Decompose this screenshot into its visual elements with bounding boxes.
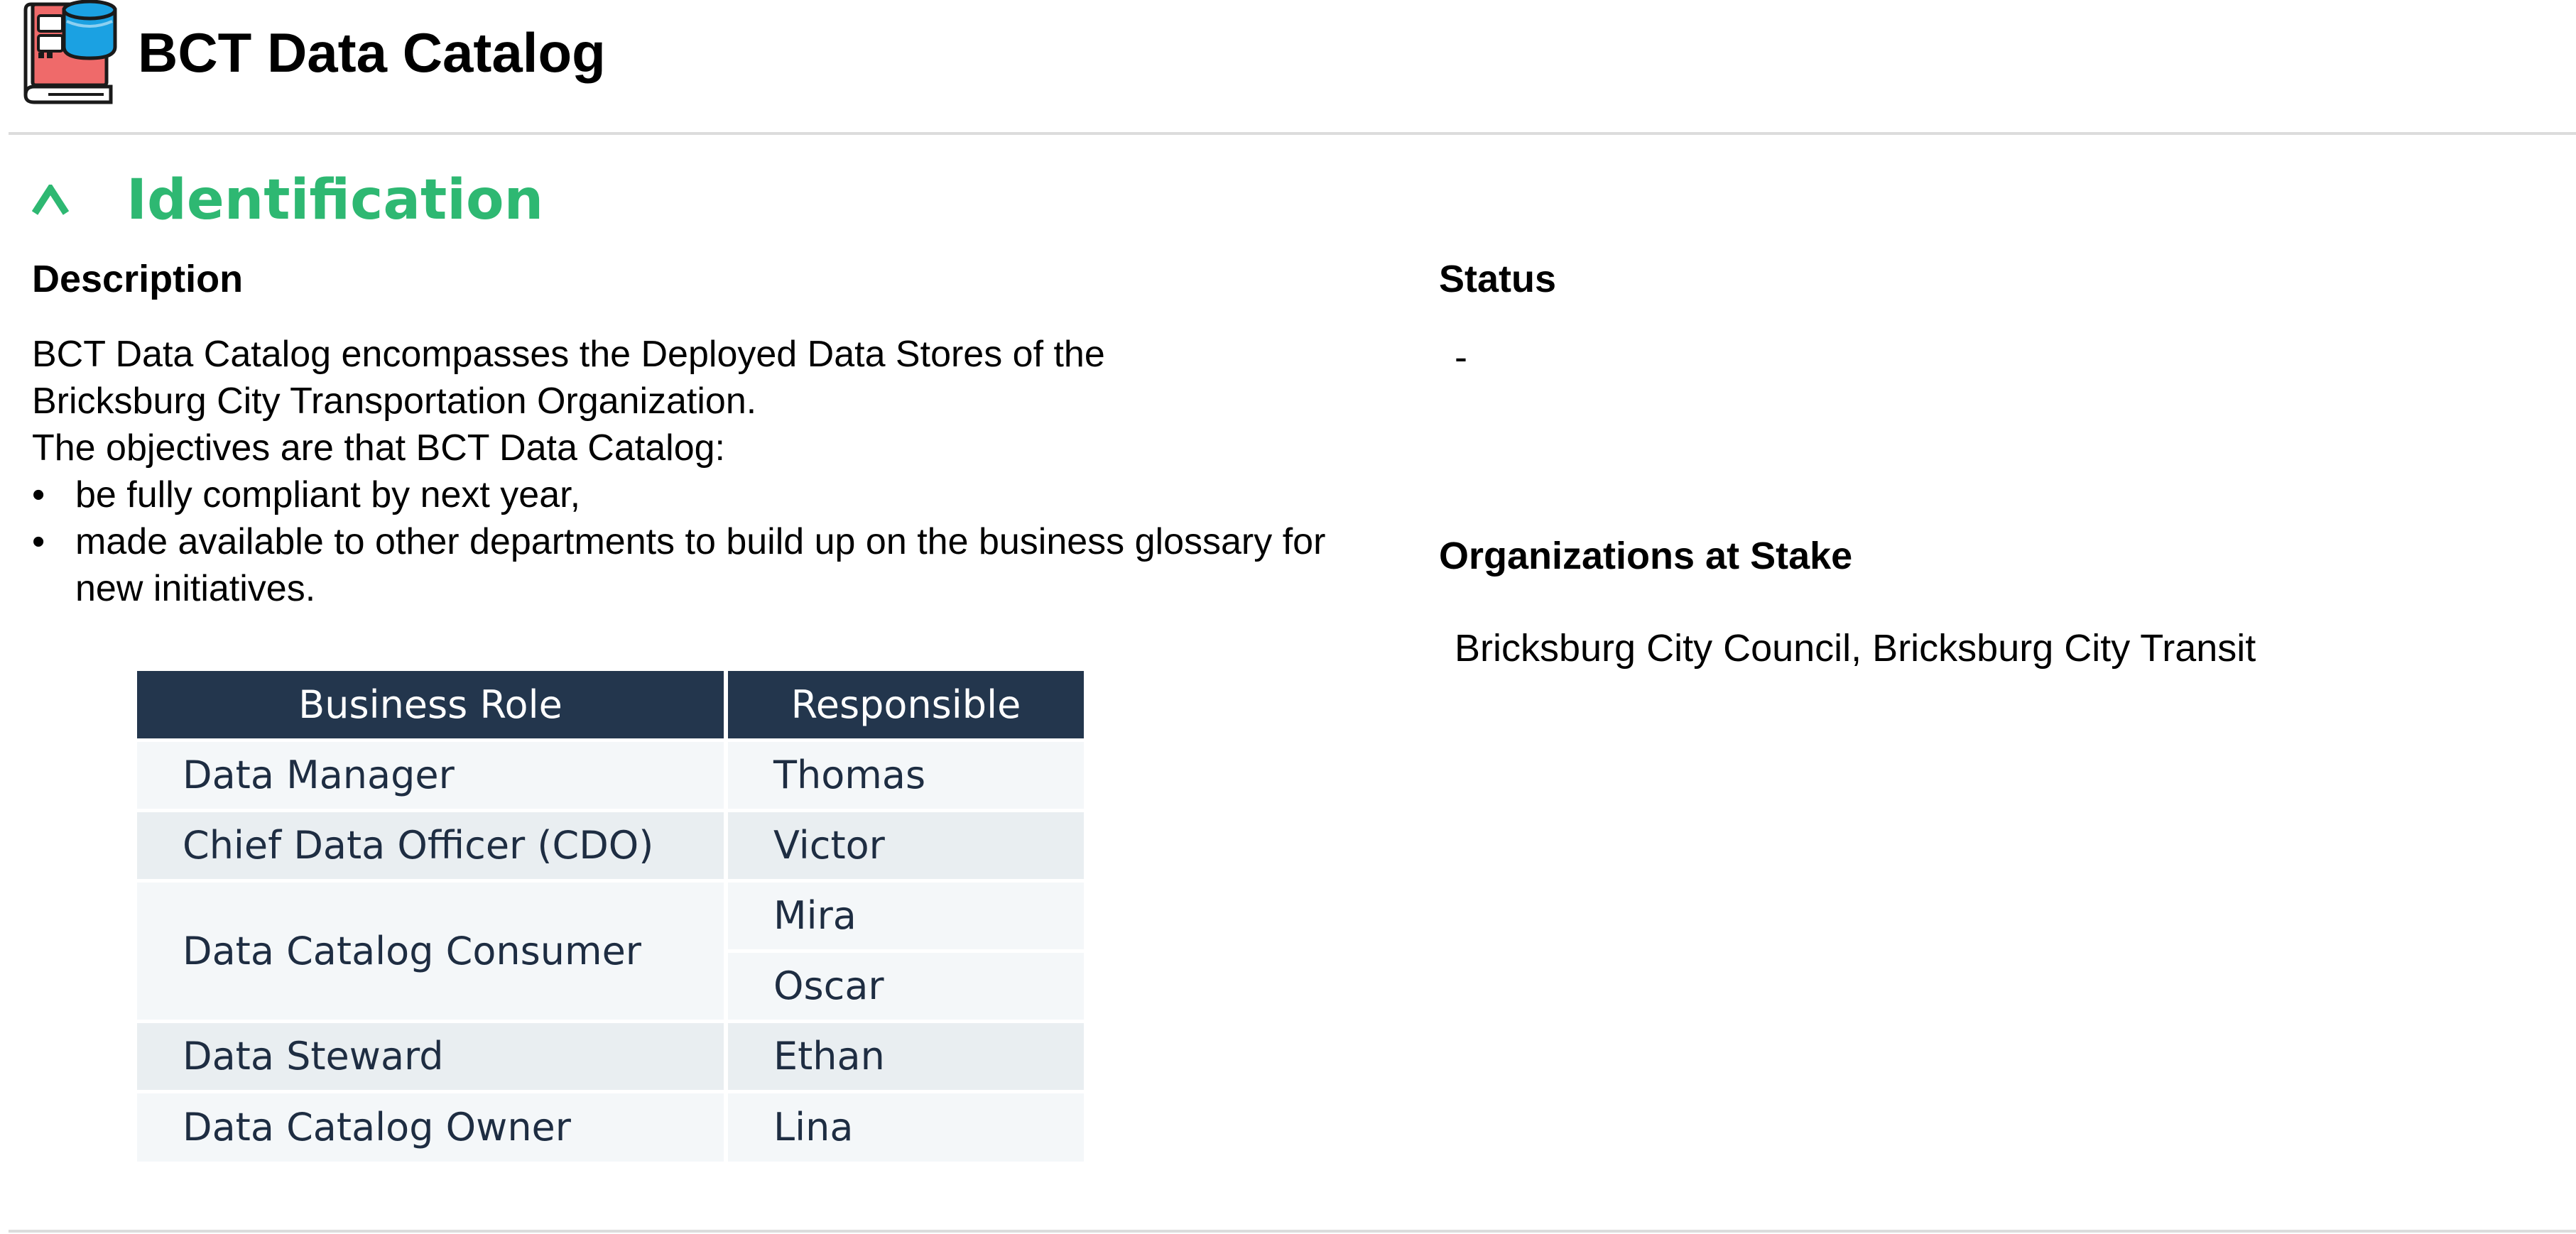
objective-item: be fully compliant by next year, bbox=[32, 471, 1388, 518]
status-label: Status bbox=[1439, 258, 1557, 300]
responsible-cell: Ethan bbox=[724, 1019, 1084, 1091]
responsible-cell: Victor bbox=[724, 808, 1084, 880]
objectives-list: be fully compliant by next year, made av… bbox=[32, 471, 1388, 612]
table-row: Data Catalog Owner Lina bbox=[137, 1089, 1084, 1162]
table-row: Data Steward Ethan bbox=[137, 1019, 1084, 1091]
description-line: Bricksburg City Transportation Organizat… bbox=[32, 381, 757, 422]
description-label: Description bbox=[32, 258, 244, 300]
chevron-up-icon bbox=[32, 185, 69, 215]
business-role-cell: Data Catalog Owner bbox=[137, 1089, 726, 1162]
responsible-cell: Mira bbox=[724, 878, 1084, 951]
table-row: Data Catalog Consumer Mira bbox=[137, 878, 1084, 1021]
column-header-responsible: Responsible bbox=[724, 671, 1084, 740]
table-row: Data Manager Thomas bbox=[137, 738, 1084, 810]
responsible-cell: Oscar bbox=[724, 949, 1084, 1021]
section-collapse-toggle[interactable] bbox=[28, 179, 72, 222]
table-row: Chief Data Officer (CDO) Victor bbox=[137, 808, 1084, 880]
responsible-cell: Lina bbox=[724, 1089, 1084, 1162]
data-catalog-book-icon bbox=[23, 0, 117, 104]
header-divider bbox=[9, 132, 2576, 135]
description-line: BCT Data Catalog encompasses the Deploye… bbox=[32, 334, 1105, 375]
table-header-row: Business Role Responsible bbox=[137, 671, 1084, 740]
objective-item: made available to other departments to b… bbox=[32, 518, 1388, 612]
responsible-cell: Thomas bbox=[724, 738, 1084, 810]
app-header: BCT Data Catalog bbox=[0, 0, 2576, 135]
column-header-business-role: Business Role bbox=[137, 671, 726, 740]
app-title: BCT Data Catalog bbox=[138, 21, 606, 84]
organizations-label: Organizations at Stake bbox=[1439, 535, 1853, 577]
description-text: BCT Data Catalog encompasses the Deploye… bbox=[32, 331, 1388, 612]
organizations-value: Bricksburg City Council, Bricksburg City… bbox=[1455, 627, 2256, 670]
business-role-cell: Data Catalog Consumer bbox=[137, 878, 726, 1021]
business-roles-table: Business Role Responsible Data Manager T… bbox=[137, 671, 1084, 1162]
description-line: The objectives are that BCT Data Catalog… bbox=[32, 427, 725, 469]
status-value: - bbox=[1455, 336, 1467, 378]
business-role-cell: Chief Data Officer (CDO) bbox=[137, 808, 726, 880]
footer-divider bbox=[9, 1230, 2576, 1233]
business-role-cell: Data Manager bbox=[137, 738, 726, 810]
business-role-cell: Data Steward bbox=[137, 1019, 726, 1091]
section-title: Identification bbox=[126, 168, 544, 232]
